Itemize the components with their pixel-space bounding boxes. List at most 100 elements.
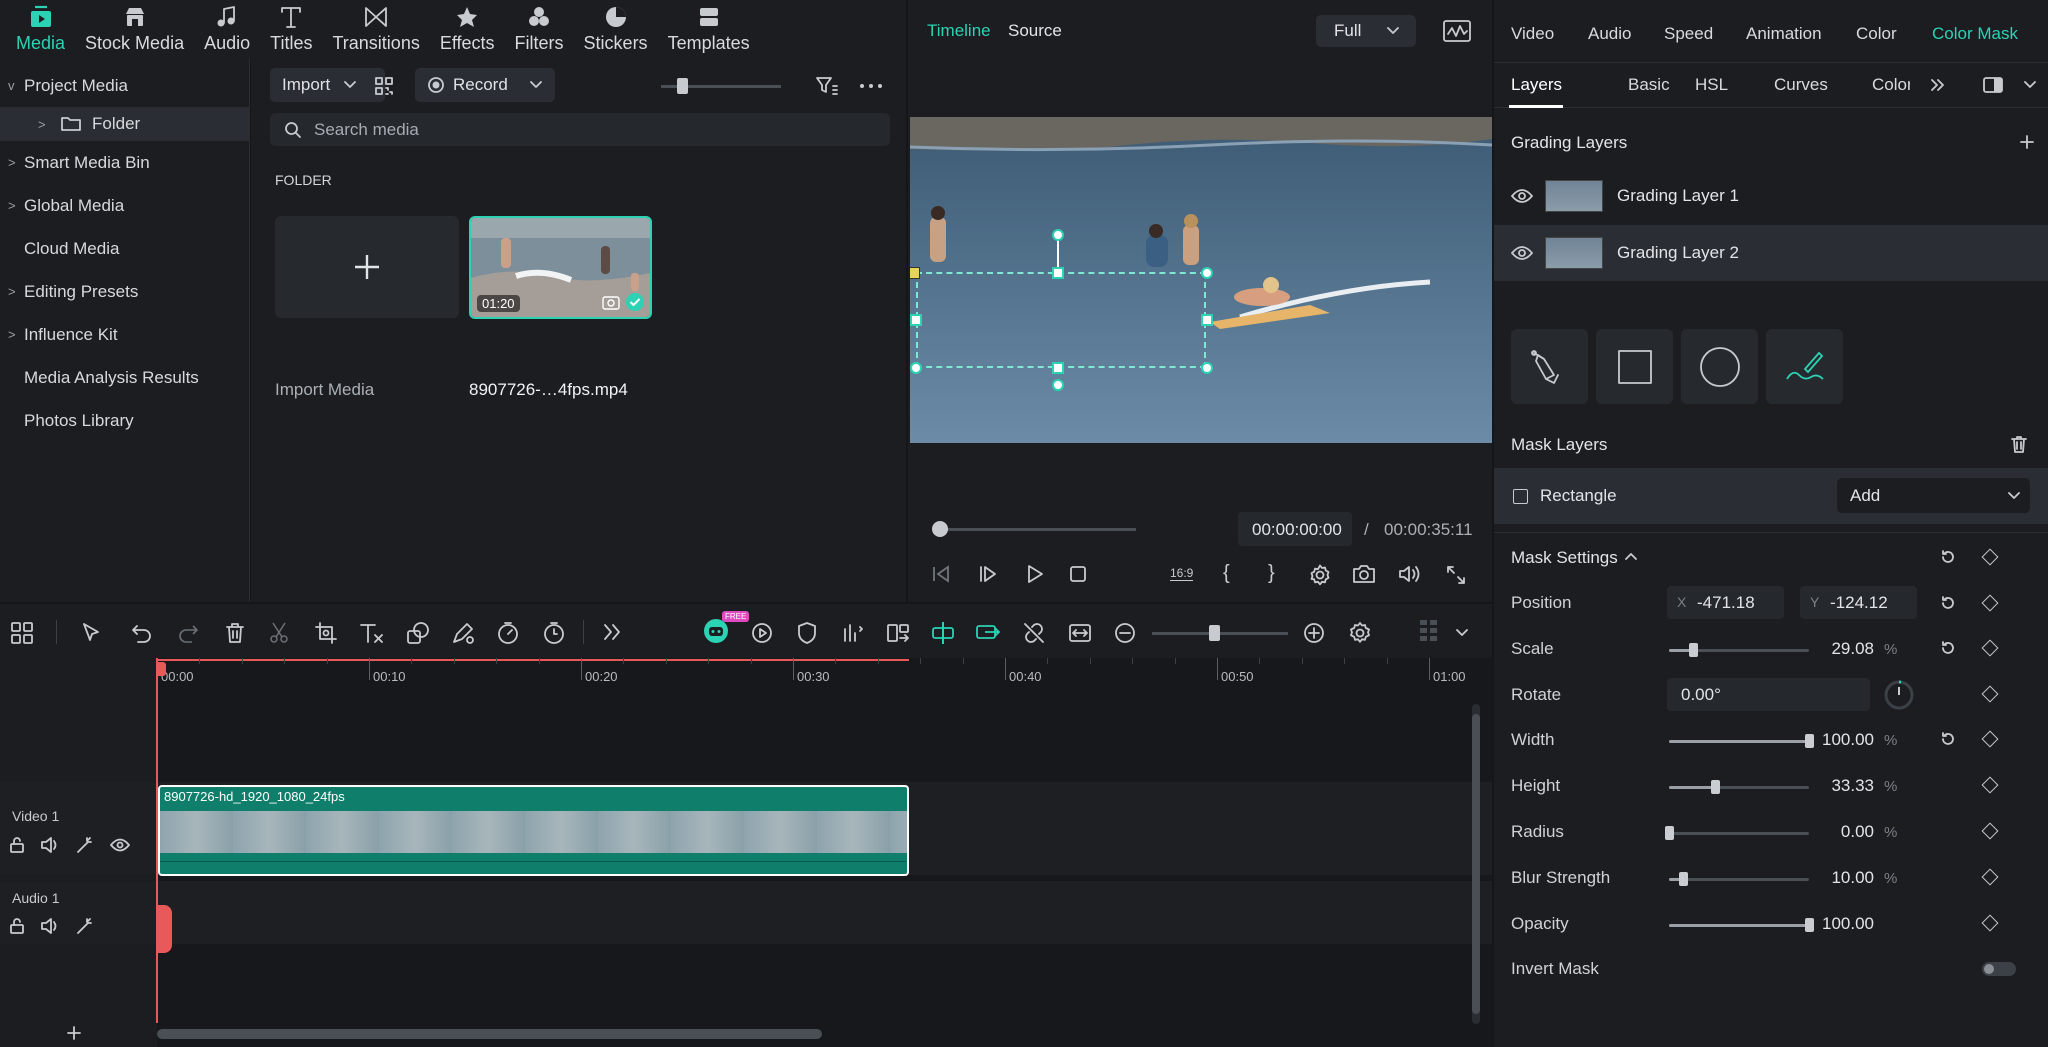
scrubber-knob[interactable] <box>932 521 948 537</box>
tab-audio[interactable]: Audio <box>194 0 260 58</box>
keyframe-diamond-icon[interactable] <box>1981 914 1999 932</box>
shield-mark-icon[interactable] <box>796 621 818 645</box>
tree-item-global-media[interactable]: > Global Media <box>0 184 249 227</box>
fit-timeline-icon[interactable] <box>1068 621 1092 645</box>
timeline-zoom-slider[interactable] <box>1152 625 1288 641</box>
time-ruler[interactable]: 00:00 00:10 00:20 00:30 00:40 00:50 01:00 <box>157 658 1467 698</box>
import-button[interactable]: Import <box>270 68 385 102</box>
mute-track-icon[interactable] <box>40 836 60 854</box>
slider-track[interactable] <box>1669 918 1814 932</box>
slider-value[interactable]: 0.00 <box>1794 822 1874 842</box>
invert-mask-toggle[interactable] <box>1982 962 2016 976</box>
trash-icon[interactable] <box>2009 434 2029 454</box>
speed-ramp-icon[interactable] <box>496 621 520 645</box>
tree-item-cloud-media[interactable]: Cloud Media <box>0 227 249 270</box>
slider-knob[interactable] <box>1688 643 1698 657</box>
slider-value[interactable]: 100.00 <box>1794 730 1874 750</box>
zoom-in-icon[interactable] <box>1303 622 1325 644</box>
slider-value[interactable]: 100.00 <box>1794 914 1874 934</box>
tree-item-photos-library[interactable]: Photos Library <box>0 399 249 442</box>
playhead[interactable] <box>156 658 158 1023</box>
subtab-color-wheels[interactable]: Color <box>1872 75 1910 95</box>
chevron-up-icon[interactable] <box>1625 552 1637 560</box>
eye-icon[interactable] <box>1511 245 1533 261</box>
playhead-grip[interactable] <box>156 905 172 953</box>
tab-stickers[interactable]: Stickers <box>574 0 658 58</box>
keyframe-diamond-icon[interactable] <box>1981 639 1999 657</box>
mask-left-handle[interactable] <box>910 314 922 326</box>
magic-track-icon[interactable] <box>76 836 94 854</box>
timeline-settings-icon[interactable] <box>1348 621 1372 645</box>
subtab-layers[interactable]: Layers <box>1511 75 1562 95</box>
compare-view-icon[interactable] <box>1983 76 2003 94</box>
zoom-slider-knob[interactable] <box>1209 625 1220 641</box>
subtab-basic[interactable]: Basic <box>1628 75 1670 95</box>
snapshot-camera-icon[interactable] <box>1352 564 1376 584</box>
mask-feather-handle[interactable] <box>1052 379 1064 391</box>
tree-item-media-analysis[interactable]: Media Analysis Results <box>0 356 249 399</box>
keyframe-diamond-icon[interactable] <box>1981 776 1999 794</box>
pen-mask-tool[interactable] <box>1511 329 1588 404</box>
crop-icon[interactable] <box>314 621 338 645</box>
link-clips-icon[interactable] <box>975 620 1001 646</box>
keyframe-diamond-icon[interactable] <box>1981 730 1999 748</box>
rotate-field[interactable]: 0.00° <box>1667 678 1870 711</box>
slider-track[interactable] <box>1669 643 1809 657</box>
tree-item-editing-presets[interactable]: > Editing Presets <box>0 270 249 313</box>
slider-knob[interactable] <box>1665 826 1674 840</box>
keyframe-diamond-icon[interactable] <box>1981 548 1999 566</box>
duration-timer-icon[interactable] <box>542 621 566 645</box>
ai-copilot-button[interactable]: FREE <box>702 611 750 645</box>
mask-rotate-handle[interactable] <box>1052 229 1064 241</box>
vertical-scrollbar[interactable] <box>1472 704 1480 1024</box>
mask-mode-dropdown[interactable]: Add <box>1837 478 2030 513</box>
color-pen-icon[interactable] <box>451 621 475 645</box>
more-tabs-icon[interactable] <box>1929 77 1945 93</box>
playback-scrubber[interactable] <box>932 521 1136 537</box>
rectangle-mask-tool[interactable] <box>1596 329 1673 404</box>
keyframe-diamond-icon[interactable] <box>1981 685 1999 703</box>
more-tools-icon[interactable] <box>602 623 622 641</box>
rotation-dial-icon[interactable] <box>1883 679 1915 711</box>
magic-track-icon[interactable] <box>76 917 94 935</box>
lock-track-icon[interactable] <box>8 917 26 935</box>
mask-layer-row[interactable]: Rectangle Add <box>1494 468 2048 524</box>
tab-timeline[interactable]: Timeline <box>927 21 991 41</box>
unlink-icon[interactable] <box>1022 621 1046 645</box>
tab-audio-props[interactable]: Audio <box>1588 24 1631 44</box>
tab-effects[interactable]: Effects <box>430 0 505 58</box>
slider-knob[interactable] <box>1679 872 1688 886</box>
slider-track[interactable] <box>1669 872 1809 886</box>
shape-tool-icon[interactable] <box>406 621 430 645</box>
search-input[interactable]: Search media <box>270 113 890 146</box>
reset-icon[interactable] <box>1940 549 1956 565</box>
mark-in-icon[interactable]: { <box>1223 562 1230 585</box>
add-layer-icon[interactable] <box>2019 134 2035 150</box>
more-options-icon[interactable] <box>859 82 883 90</box>
reset-icon[interactable] <box>1940 640 1956 656</box>
tab-media[interactable]: Media <box>6 0 75 58</box>
snap-magnet-icon[interactable] <box>930 620 956 646</box>
stop-icon[interactable] <box>1069 565 1087 583</box>
mask-corner-handle[interactable] <box>1201 267 1213 279</box>
chevron-down-icon[interactable] <box>2024 81 2036 89</box>
tab-transitions[interactable]: Transitions <box>322 0 429 58</box>
redo-icon[interactable] <box>177 622 199 644</box>
mask-bottom-handle[interactable] <box>1052 362 1064 374</box>
track-layout-icon[interactable] <box>1418 618 1440 648</box>
keyframe-diamond-icon[interactable] <box>1981 822 1999 840</box>
tab-source[interactable]: Source <box>1008 21 1062 41</box>
tab-color[interactable]: Color <box>1856 24 1897 44</box>
mute-track-icon[interactable] <box>40 917 60 935</box>
layout-grid-icon[interactable] <box>10 621 34 645</box>
text-tool-icon[interactable] <box>359 621 385 645</box>
mark-out-icon[interactable]: } <box>1268 562 1275 585</box>
mask-checkbox[interactable] <box>1513 489 1528 504</box>
subtab-curves[interactable]: Curves <box>1774 75 1828 95</box>
position-x-field[interactable]: X -471.18 <box>1667 586 1784 619</box>
tab-video[interactable]: Video <box>1511 24 1554 44</box>
subtab-hsl[interactable]: HSL <box>1695 75 1728 95</box>
slider-knob[interactable] <box>1711 780 1721 794</box>
scrollbar-thumb[interactable] <box>1472 714 1480 1014</box>
auto-beat-icon[interactable] <box>750 621 774 645</box>
